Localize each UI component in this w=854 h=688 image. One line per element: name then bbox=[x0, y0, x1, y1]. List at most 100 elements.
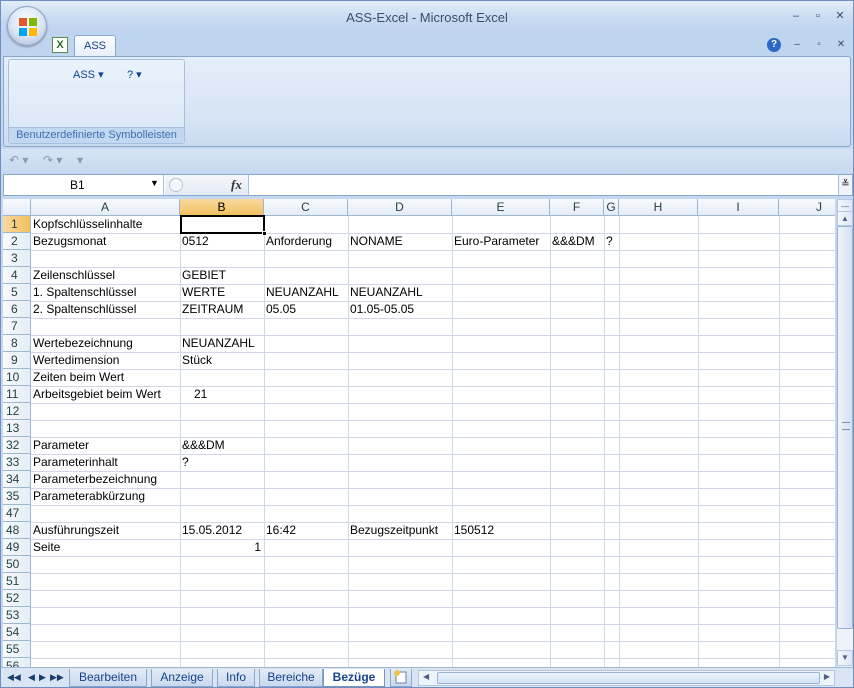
help-menu-button[interactable]: ? ▾ bbox=[127, 68, 142, 81]
cell-b49[interactable]: 1 bbox=[180, 539, 264, 556]
cell-a4[interactable]: Zeilenschlüssel bbox=[31, 267, 115, 284]
cell-a33[interactable]: Parameterinhalt bbox=[31, 454, 118, 471]
cell-d5[interactable]: NEUANZAHL bbox=[348, 284, 423, 301]
cell-a2[interactable]: Bezugsmonat bbox=[31, 233, 106, 250]
row-header-56[interactable]: 56 bbox=[3, 658, 31, 667]
scroll-up-icon[interactable]: ▲ bbox=[837, 211, 853, 226]
row-header-35[interactable]: 35 bbox=[3, 488, 31, 505]
cell-b32[interactable]: &&&DM bbox=[180, 437, 225, 454]
scroll-down-icon[interactable]: ▼ bbox=[837, 650, 853, 666]
cell-a34[interactable]: Parameterbezeichnung bbox=[31, 471, 157, 488]
workbook-minimize-button[interactable]: – bbox=[789, 38, 805, 52]
cell-b33[interactable]: ? bbox=[180, 454, 189, 471]
cell-a10[interactable]: Zeiten beim Wert bbox=[31, 369, 124, 386]
qat-customize-button[interactable]: ▾ bbox=[77, 153, 83, 167]
cell-g2[interactable]: ? bbox=[604, 233, 613, 250]
row-header-54[interactable]: 54 bbox=[3, 624, 31, 641]
vertical-scrollbar[interactable]: — ▲ ▼ bbox=[836, 199, 853, 667]
cell-c5[interactable]: NEUANZAHL bbox=[264, 284, 339, 301]
cell-b2[interactable]: 0512 bbox=[180, 233, 209, 250]
tab-bereiche[interactable]: Bereiche bbox=[259, 669, 323, 687]
insert-function-icon[interactable]: fx bbox=[231, 177, 242, 193]
row-header-11[interactable]: 11 bbox=[3, 386, 31, 403]
row-header-53[interactable]: 53 bbox=[3, 607, 31, 624]
next-sheet-icon[interactable]: ▶ bbox=[39, 672, 46, 683]
col-header-e[interactable]: E bbox=[452, 199, 550, 216]
row-header-48[interactable]: 48 bbox=[3, 522, 31, 539]
last-sheet-icon[interactable]: ▶▶ bbox=[50, 672, 64, 683]
cell-e48[interactable]: 150512 bbox=[452, 522, 494, 539]
col-header-i[interactable]: I bbox=[698, 199, 779, 216]
cell-b4[interactable]: GEBIET bbox=[180, 267, 226, 284]
workbook-restore-button[interactable]: ▫ bbox=[811, 38, 827, 52]
cell-d2[interactable]: NONAME bbox=[348, 233, 403, 250]
horizontal-scroll-thumb[interactable] bbox=[437, 672, 820, 684]
row-header-3[interactable]: 3 bbox=[3, 250, 31, 267]
cell-c6[interactable]: 05.05 bbox=[264, 301, 296, 318]
row-header-5[interactable]: 5 bbox=[3, 284, 31, 301]
cell-a5[interactable]: 1. Spaltenschlüssel bbox=[31, 284, 136, 301]
first-sheet-icon[interactable]: ◀◀ bbox=[7, 672, 21, 683]
help-icon[interactable]: ? bbox=[767, 38, 781, 52]
col-header-b[interactable]: B bbox=[180, 199, 264, 216]
row-header-7[interactable]: 7 bbox=[3, 318, 31, 335]
row-header-13[interactable]: 13 bbox=[3, 420, 31, 437]
scroll-left-icon[interactable]: ◀ bbox=[423, 672, 429, 681]
cell-a8[interactable]: Wertebezeichnung bbox=[31, 335, 133, 352]
scroll-right-icon[interactable]: ▶ bbox=[824, 672, 830, 681]
row-header-50[interactable]: 50 bbox=[3, 556, 31, 573]
cell-a49[interactable]: Seite bbox=[31, 539, 60, 556]
horizontal-scrollbar[interactable]: ◀ ▶ bbox=[418, 670, 835, 686]
vertical-scroll-thumb[interactable] bbox=[837, 226, 853, 629]
select-all-corner[interactable] bbox=[3, 199, 31, 216]
row-header-8[interactable]: 8 bbox=[3, 335, 31, 352]
col-header-f[interactable]: F bbox=[550, 199, 604, 216]
cell-a1[interactable]: Kopfschlüsselinhalte bbox=[31, 216, 142, 233]
col-header-j[interactable]: J bbox=[779, 199, 835, 216]
name-box[interactable]: B1 ▼ bbox=[4, 175, 164, 195]
prev-sheet-icon[interactable]: ◀ bbox=[28, 672, 35, 683]
cell-a11[interactable]: Arbeitsgebiet beim Wert bbox=[31, 386, 161, 403]
cell-a35[interactable]: Parameterabkürzung bbox=[31, 488, 145, 505]
row-header-55[interactable]: 55 bbox=[3, 641, 31, 658]
row-header-33[interactable]: 33 bbox=[3, 454, 31, 471]
row-header-9[interactable]: 9 bbox=[3, 352, 31, 369]
cell-a32[interactable]: Parameter bbox=[31, 437, 89, 454]
col-header-h[interactable]: H bbox=[619, 199, 698, 216]
office-button[interactable] bbox=[7, 6, 47, 46]
tab-bezuege[interactable]: Bezüge bbox=[323, 669, 385, 687]
row-header-47[interactable]: 47 bbox=[3, 505, 31, 522]
worksheet-grid[interactable]: A B C D E F G H I J 1 2 3 4 5 6 7 8 9 10… bbox=[3, 199, 835, 667]
cell-f2[interactable]: &&&DM bbox=[550, 233, 595, 250]
cell-c48[interactable]: 16:42 bbox=[264, 522, 296, 539]
tab-info[interactable]: Info bbox=[217, 669, 255, 687]
cell-a48[interactable]: Ausführungszeit bbox=[31, 522, 119, 539]
row-header-10[interactable]: 10 bbox=[3, 369, 31, 386]
row-header-49[interactable]: 49 bbox=[3, 539, 31, 556]
cell-b48[interactable]: 15.05.2012 bbox=[180, 522, 242, 539]
cell-c2[interactable]: Anforderung bbox=[264, 233, 332, 250]
col-header-d[interactable]: D bbox=[348, 199, 452, 216]
active-cell-b1[interactable] bbox=[180, 215, 267, 236]
col-header-c[interactable]: C bbox=[264, 199, 348, 216]
chevron-down-icon[interactable]: ▼ bbox=[150, 178, 159, 188]
maximize-button[interactable]: ▫ bbox=[809, 9, 827, 23]
cell-b5[interactable]: WERTE bbox=[180, 284, 225, 301]
expand-formula-bar-icon[interactable]: ≚ bbox=[838, 175, 852, 195]
cell-a6[interactable]: 2. Spaltenschlüssel bbox=[31, 301, 136, 318]
ass-menu-button[interactable]: ASS ▾ bbox=[73, 68, 104, 81]
row-header-12[interactable]: 12 bbox=[3, 403, 31, 420]
cell-b6[interactable]: ZEITRAUM bbox=[180, 301, 243, 318]
insert-sheet-icon[interactable] bbox=[390, 669, 412, 687]
row-header-2[interactable]: 2 bbox=[3, 233, 31, 250]
row-header-4[interactable]: 4 bbox=[3, 267, 31, 284]
col-header-g[interactable]: G bbox=[604, 199, 619, 216]
cell-d48[interactable]: Bezugszeitpunkt bbox=[348, 522, 438, 539]
minimize-button[interactable]: – bbox=[787, 9, 805, 23]
row-header-34[interactable]: 34 bbox=[3, 471, 31, 488]
tab-ass[interactable]: ASS bbox=[74, 35, 116, 58]
cell-e2[interactable]: Euro-Parameter bbox=[452, 233, 539, 250]
cell-b11[interactable]: 21 bbox=[192, 386, 207, 403]
cell-b9[interactable]: Stück bbox=[180, 352, 212, 369]
cell-b8[interactable]: NEUANZAHL bbox=[180, 335, 255, 352]
